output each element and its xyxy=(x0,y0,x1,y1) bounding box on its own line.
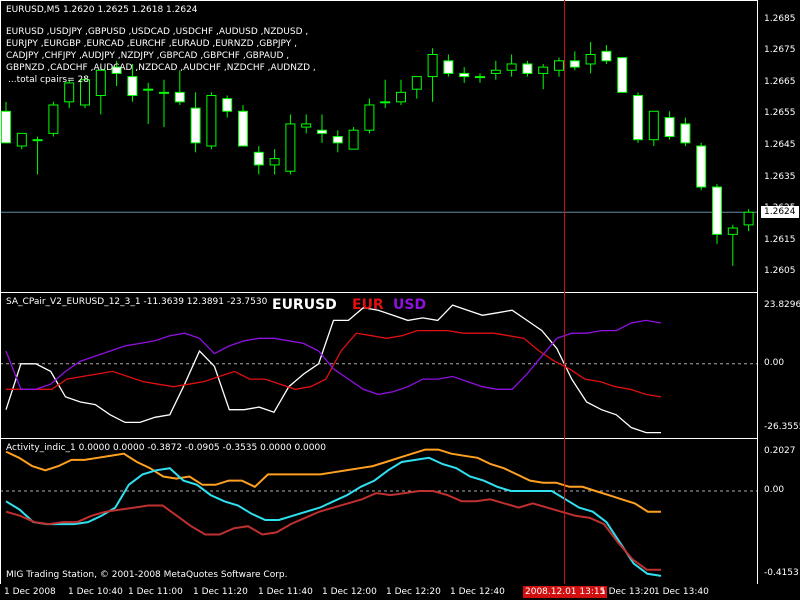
time-tick-label: 1 Dec 11:20 xyxy=(193,587,248,597)
candle-bear xyxy=(601,50,612,62)
candle-bull xyxy=(506,63,517,71)
candle-bear xyxy=(522,63,533,74)
candle-bear xyxy=(712,186,722,235)
cpair-tick-label: -26.3555 xyxy=(764,422,800,432)
time-tick-label: 1 Dec 11:00 xyxy=(128,587,183,597)
candle-bear xyxy=(222,98,233,112)
activity-pane[interactable]: Activity_indic_1 0.0000 0.0000 -0.3872 -… xyxy=(0,439,757,584)
candle-bull xyxy=(32,139,43,142)
candle-bear xyxy=(633,95,643,141)
time-tick-label: 1 Dec 12:20 xyxy=(386,587,441,597)
price-tick-label: 1.2655 xyxy=(764,108,796,119)
candle-bear xyxy=(174,91,185,103)
candle-bull xyxy=(380,101,391,104)
candle-bear xyxy=(680,123,691,144)
candle-bull xyxy=(285,123,296,172)
candle-bull xyxy=(396,91,406,103)
candle-bull xyxy=(743,211,754,226)
activity-series-line xyxy=(5,456,662,577)
time-tick-label: 1 Dec 13:40 xyxy=(654,587,709,597)
candle-bull xyxy=(585,53,596,65)
time-tick-label: 1 Dec 12:00 xyxy=(322,587,377,597)
price-pane[interactable]: EURUSD,M5 1.2620 1.2625 1.2618 1.2624 EU… xyxy=(0,0,757,292)
chart-header: EURUSD,M5 1.2620 1.2625 1.2618 1.2624 xyxy=(6,5,198,15)
cpair-tick-label: 23.8296 xyxy=(764,300,800,310)
candle-bull xyxy=(95,69,106,97)
cpair-series-line xyxy=(5,319,662,396)
candle-bull xyxy=(364,104,375,131)
cpair-chart xyxy=(0,304,757,434)
price-tick-label: 1.2605 xyxy=(764,266,796,277)
pairs-line-1: EURUSD ,USDJPY ,GBPUSD ,USDCAD ,USDCHF ,… xyxy=(6,27,309,37)
candle-bear xyxy=(238,110,248,147)
label-eurusd: EURUSD xyxy=(272,297,337,313)
candle-bear xyxy=(253,151,264,166)
candle-bull xyxy=(206,95,217,147)
copyright-text: MIG Trading Station, © 2001-2008 MetaQuo… xyxy=(6,570,288,580)
activity-tick-label: -0.4153 xyxy=(764,568,799,578)
time-tick-label: 1 Dec 11:40 xyxy=(258,587,313,597)
activity-axis[interactable]: 0.2027 0.00 -0.4153 xyxy=(757,439,800,584)
activity-tick-label: 0.00 xyxy=(764,484,785,495)
current-price-badge: 1.2624 xyxy=(761,206,799,219)
candle-bear xyxy=(332,136,343,144)
candle-bear xyxy=(696,145,707,188)
pairs-line-3: CADJPY ,CHFJPY ,AUDJPY ,NZDJPY ,GBPCAD ,… xyxy=(6,51,290,61)
pairs-line-4: GBPNZD ,CADCHF ,AUDCAD ,NZDCAD ,AUDCHF ,… xyxy=(6,63,316,73)
candle-bull xyxy=(427,53,438,78)
time-tick-label: 1 Dec 12:40 xyxy=(450,587,505,597)
candle-bear xyxy=(190,107,201,144)
candle-bull xyxy=(269,158,280,166)
activity-chart xyxy=(0,448,757,577)
time-axis[interactable]: 1 Dec 2008 1 Dec 10:40 1 Dec 11:00 1 Dec 11… xyxy=(0,584,800,600)
candle-bull xyxy=(48,104,59,134)
candle-bull xyxy=(727,227,738,235)
candle-bull xyxy=(411,76,422,90)
price-tick-label: 1.2635 xyxy=(764,171,796,182)
cpair-pane[interactable]: SA_CPair_V2_EURUSD_12_3_1 -11.3639 12.38… xyxy=(0,293,757,438)
candle-bear xyxy=(127,76,138,97)
candle-bear xyxy=(569,60,580,68)
price-tick-label: 1.2615 xyxy=(764,234,796,245)
candle-bear xyxy=(317,129,327,134)
time-tick-label: 1 Dec 10:40 xyxy=(68,587,123,597)
pairs-line-2: EURJPY ,EURGBP ,EURCAD ,EURCHF ,EURAUD ,… xyxy=(6,39,297,49)
candle-bull xyxy=(538,66,549,74)
time-tick-label: 1 Dec 2008 xyxy=(4,587,56,597)
cpair-tick-label: 0.00 xyxy=(764,357,785,368)
candle-bull xyxy=(490,69,501,74)
candle-bull xyxy=(648,110,659,141)
candle-bull xyxy=(16,132,27,147)
crosshair-vertical[interactable] xyxy=(564,0,565,584)
candle-bear xyxy=(443,60,454,74)
candle-bull xyxy=(301,123,312,128)
cpair-header: SA_CPair_V2_EURUSD_12_3_1 -11.3639 12.38… xyxy=(6,297,268,307)
price-tick-label: 1.2665 xyxy=(764,76,796,87)
candle-bear xyxy=(664,117,675,138)
candle-bull xyxy=(554,60,564,71)
label-usd: USD xyxy=(393,297,427,313)
time-cursor-label: 2008.12.01 13:15 xyxy=(523,586,608,598)
price-tick-label: 1.2645 xyxy=(764,140,796,150)
activity-tick-label: 0.2027 xyxy=(764,446,796,456)
price-tick-label: 1.2685 xyxy=(764,13,796,24)
activity-header: Activity_indic_1 0.0000 0.0000 -0.3872 -… xyxy=(6,443,326,453)
candle-bull xyxy=(348,129,359,150)
candle-bear xyxy=(617,57,628,93)
activity-series-line xyxy=(5,490,661,571)
time-tick-label: 1 Dec 13:20 xyxy=(600,587,655,597)
candle-bear xyxy=(459,72,470,78)
candle-bear xyxy=(1,110,11,144)
price-tick-label: 1.2675 xyxy=(764,45,796,56)
price-axis[interactable]: 1.2685 1.2675 1.2665 1.2655 1.2645 1.2635 1.26… xyxy=(757,0,800,292)
candle-bull xyxy=(159,91,169,94)
total-pairs: ...total cpairs= 28 xyxy=(8,75,89,85)
label-eur: EUR xyxy=(352,297,384,313)
candle-bull xyxy=(143,88,154,91)
candle-bull xyxy=(475,76,485,79)
cpair-axis[interactable]: 23.8296 0.00 -26.3555 xyxy=(757,293,800,438)
